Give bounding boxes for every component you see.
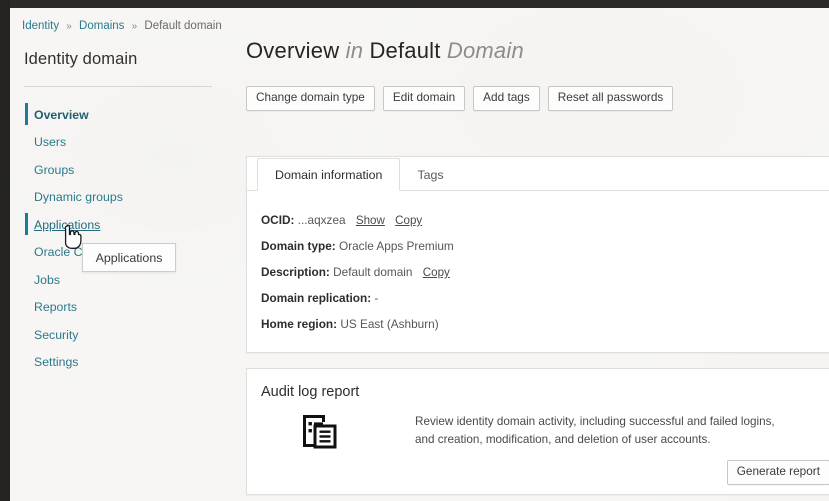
active-indicator-bar [25, 323, 28, 345]
breadcrumb-item-domains[interactable]: Domains [79, 20, 124, 32]
main-content: Overview in Default Domain Change domain… [235, 38, 829, 495]
domain-information-card: Domain information Tags OCID: ...aqxzea … [246, 156, 829, 353]
applications-tooltip: Applications [82, 243, 176, 272]
ocid-show-link[interactable]: Show [356, 214, 385, 227]
info-label: Description: [261, 265, 330, 279]
sidebar-item-label: Groups [34, 162, 75, 177]
info-value: - [374, 291, 379, 305]
sidebar-item-dynamic-groups[interactable]: Dynamic groups [10, 184, 225, 212]
sidebar-item-label: Reports [34, 300, 78, 315]
sidebar-item-label: Dynamic groups [34, 190, 123, 205]
tab-domain-information[interactable]: Domain information [257, 158, 401, 191]
active-indicator-bar [25, 268, 28, 290]
audit-log-report-card: Audit log report Review identity domain … [246, 368, 829, 495]
info-label: Home region: [261, 317, 338, 331]
info-row-domain-replication: Domain replication: - [261, 291, 829, 305]
active-indicator-bar [25, 131, 28, 153]
sidebar: Identity domain Overview Users Groups Dy… [10, 44, 225, 501]
breadcrumb-separator-icon: » [66, 21, 72, 32]
ocid-copy-link[interactable]: Copy [395, 214, 422, 227]
report-document-icon [300, 412, 338, 450]
breadcrumb: Identity » Domains » Default domain [22, 20, 222, 32]
browser-left-chrome [0, 0, 10, 501]
audit-log-report-title: Audit log report [261, 384, 360, 400]
page-title-overview: Overview [246, 38, 340, 63]
generate-report-button-wrap: Generate report [726, 460, 829, 485]
application-window: Identity » Domains » Default domain Iden… [0, 0, 829, 501]
sidebar-nav: Overview Users Groups Dynamic groups App [10, 101, 225, 376]
description-copy-link[interactable]: Copy [423, 266, 450, 279]
active-indicator-bar [25, 296, 28, 318]
breadcrumb-separator-icon: » [131, 21, 138, 32]
sidebar-item-label: Overview [34, 107, 89, 122]
active-indicator-bar [25, 186, 28, 208]
page-title: Overview in Default Domain [246, 38, 829, 64]
breadcrumb-item-identity[interactable]: Identity [22, 20, 59, 32]
info-row-home-region: Home region: US East (Ashburn) [261, 317, 829, 331]
domain-info-list: OCID: ...aqxzea Show Copy Domain type: O… [247, 191, 829, 331]
card-tabstrip: Domain information Tags [247, 157, 829, 191]
reset-all-passwords-button[interactable]: Reset all passwords [547, 86, 674, 111]
sidebar-item-label: Oracle C [34, 245, 83, 260]
browser-top-chrome [0, 0, 829, 8]
sidebar-divider [24, 86, 212, 87]
active-indicator-bar [25, 241, 28, 263]
sidebar-item-reports[interactable]: Reports [10, 294, 225, 322]
change-domain-type-button[interactable]: Change domain type [246, 86, 375, 111]
sidebar-item-settings[interactable]: Settings [10, 349, 225, 377]
info-value: US East (Ashburn) [340, 317, 439, 331]
audit-log-report-body: Review identity domain activity, includi… [247, 400, 829, 485]
info-value: Default domain [333, 265, 413, 279]
sidebar-item-label: Settings [34, 355, 79, 370]
active-indicator-bar [25, 213, 28, 235]
info-row-ocid: OCID: ...aqxzea Show Copy [261, 213, 829, 227]
info-row-description: Description: Default domain Copy [261, 265, 829, 279]
active-indicator-bar [25, 158, 28, 180]
sidebar-item-users[interactable]: Users [10, 129, 225, 157]
sidebar-item-label: Applications [34, 217, 101, 232]
action-toolbar: Change domain type Edit domain Add tags … [246, 86, 829, 111]
sidebar-item-overview[interactable]: Overview [10, 101, 225, 129]
tab-tags[interactable]: Tags [400, 158, 460, 191]
info-label: OCID: [261, 213, 295, 227]
generate-report-button[interactable]: Generate report [726, 460, 829, 485]
edit-domain-button[interactable]: Edit domain [382, 86, 466, 111]
sidebar-title: Identity domain [24, 50, 138, 68]
info-row-domain-type: Domain type: Oracle Apps Premium [261, 239, 829, 253]
info-value: ...aqxzea [297, 213, 346, 227]
sidebar-item-groups[interactable]: Groups [10, 156, 225, 184]
sidebar-item-label: Jobs [34, 272, 60, 287]
info-value: Oracle Apps Premium [339, 239, 454, 253]
active-indicator-bar [25, 103, 28, 125]
page-title-domain: Domain [446, 38, 524, 63]
add-tags-button[interactable]: Add tags [473, 86, 540, 111]
active-indicator-bar [25, 351, 28, 373]
page-title-default: Default [369, 38, 441, 63]
info-label: Domain replication: [261, 291, 372, 305]
sidebar-item-applications[interactable]: Applications [10, 211, 225, 239]
breadcrumb-item-default-domain: Default domain [144, 20, 222, 32]
info-label: Domain type: [261, 239, 336, 253]
page-title-in: in [345, 38, 364, 63]
sidebar-item-security[interactable]: Security [10, 321, 225, 349]
sidebar-item-label: Security [34, 327, 79, 342]
audit-log-report-description: Review identity domain activity, includi… [415, 415, 775, 447]
sidebar-item-label: Users [34, 135, 67, 150]
page-container: Identity » Domains » Default domain Iden… [10, 8, 829, 501]
